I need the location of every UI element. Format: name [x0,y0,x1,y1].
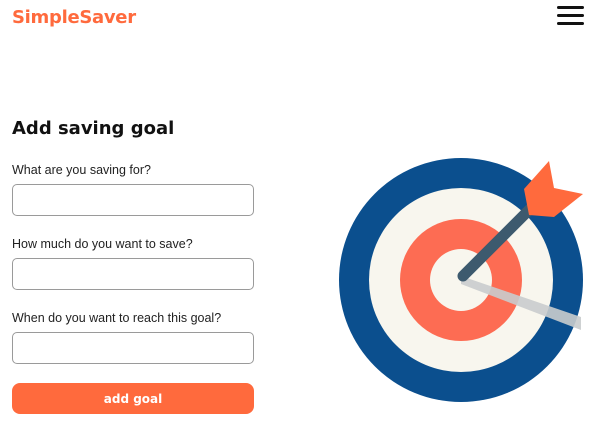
amount-input[interactable] [12,258,254,290]
goal-date-input[interactable] [12,332,254,364]
page-title: Add saving goal [12,118,175,139]
add-goal-button[interactable]: add goal [12,383,254,414]
amount-label: How much do you want to save? [12,237,193,251]
hamburger-menu-icon[interactable] [556,4,586,28]
app-page: SimpleSaver Add saving goal What are you… [0,0,590,425]
goal-date-label: When do you want to reach this goal? [12,311,222,325]
arrow-fletching [524,161,583,217]
brand-logo[interactable]: SimpleSaver [12,7,136,28]
saving-for-input[interactable] [12,184,254,216]
target-with-arrow-illustration [339,158,583,402]
saving-for-label: What are you saving for? [12,163,151,177]
